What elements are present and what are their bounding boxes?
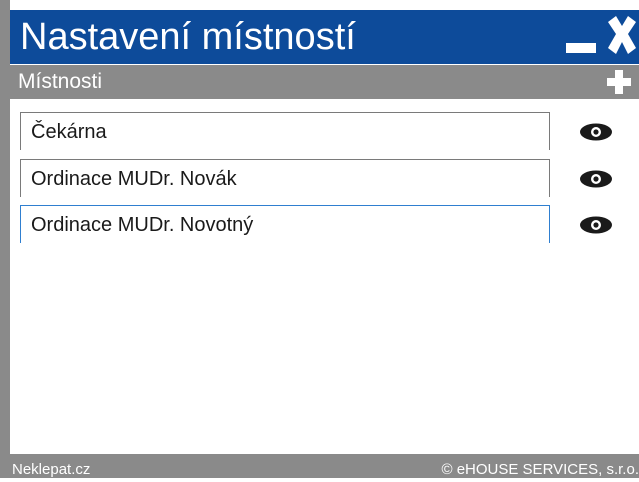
minimize-icon[interactable] [566,43,596,53]
room-settings-window: Nastavení místností Místnosti Čekárna Or… [0,0,639,478]
room-name-input[interactable] [20,205,550,243]
room-row [20,112,630,150]
close-icon[interactable] [604,14,639,58]
eye-icon[interactable] [578,122,614,142]
room-name-input[interactable] [20,159,550,197]
title-bar: Nastavení místností [10,10,639,64]
section-title: Místnosti [18,70,103,93]
room-row [20,159,630,197]
footer-brand: Neklepat.cz [12,461,91,478]
footer-copyright: © eHOUSE SERVICES, s.r.o. [441,461,639,478]
window-title: Nastavení místností [20,16,356,58]
rooms-section-header: Místnosti [10,65,639,99]
eye-icon[interactable] [578,169,614,189]
room-row [20,205,630,243]
room-name-input[interactable] [20,112,550,150]
window-left-border [0,0,10,478]
footer: Neklepat.cz © eHOUSE SERVICES, s.r.o. [10,454,639,478]
plus-icon[interactable] [607,70,631,94]
eye-icon[interactable] [578,215,614,235]
